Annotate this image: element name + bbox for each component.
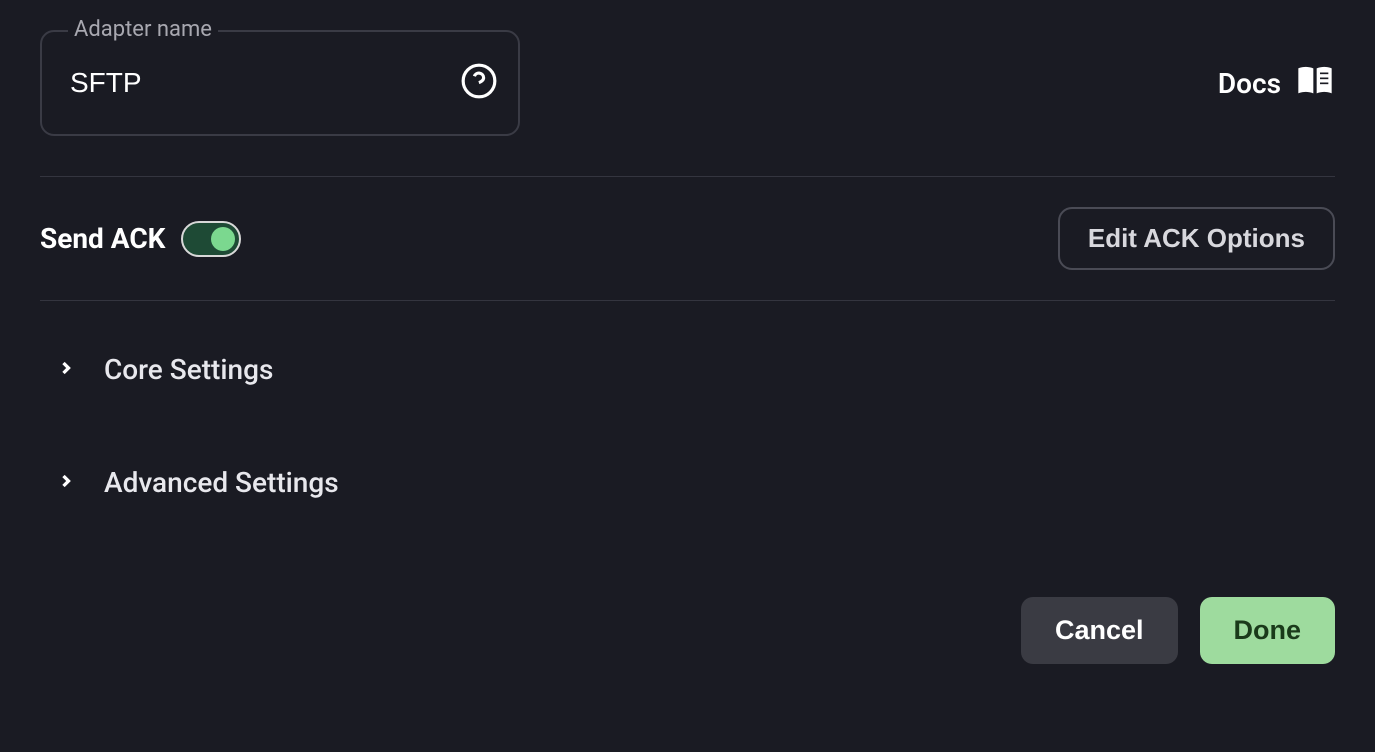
advanced-settings-accordion[interactable]: Advanced Settings [40, 438, 1335, 527]
docs-link[interactable]: Docs [1218, 63, 1335, 104]
help-icon[interactable] [460, 62, 498, 104]
ack-left: Send ACK [40, 221, 241, 257]
core-settings-title: Core Settings [104, 353, 273, 386]
core-settings-accordion[interactable]: Core Settings [40, 325, 1335, 414]
done-button[interactable]: Done [1200, 597, 1336, 664]
adapter-name-label: Adapter name [68, 17, 218, 42]
edit-ack-options-button[interactable]: Edit ACK Options [1058, 207, 1335, 270]
cancel-button[interactable]: Cancel [1021, 597, 1178, 664]
footer-buttons: Cancel Done [40, 597, 1335, 664]
send-ack-label: Send ACK [40, 222, 165, 255]
adapter-name-field-wrapper: Adapter name [40, 30, 520, 136]
divider [40, 300, 1335, 301]
advanced-settings-title: Advanced Settings [104, 466, 339, 499]
docs-label: Docs [1218, 67, 1281, 100]
chevron-right-icon [56, 471, 76, 495]
book-icon [1295, 63, 1335, 104]
chevron-right-icon [56, 358, 76, 382]
send-ack-toggle[interactable] [181, 221, 241, 257]
ack-row: Send ACK Edit ACK Options [40, 177, 1335, 300]
adapter-name-input[interactable] [40, 30, 520, 136]
top-row: Adapter name Docs [40, 30, 1335, 136]
toggle-knob [211, 227, 235, 251]
